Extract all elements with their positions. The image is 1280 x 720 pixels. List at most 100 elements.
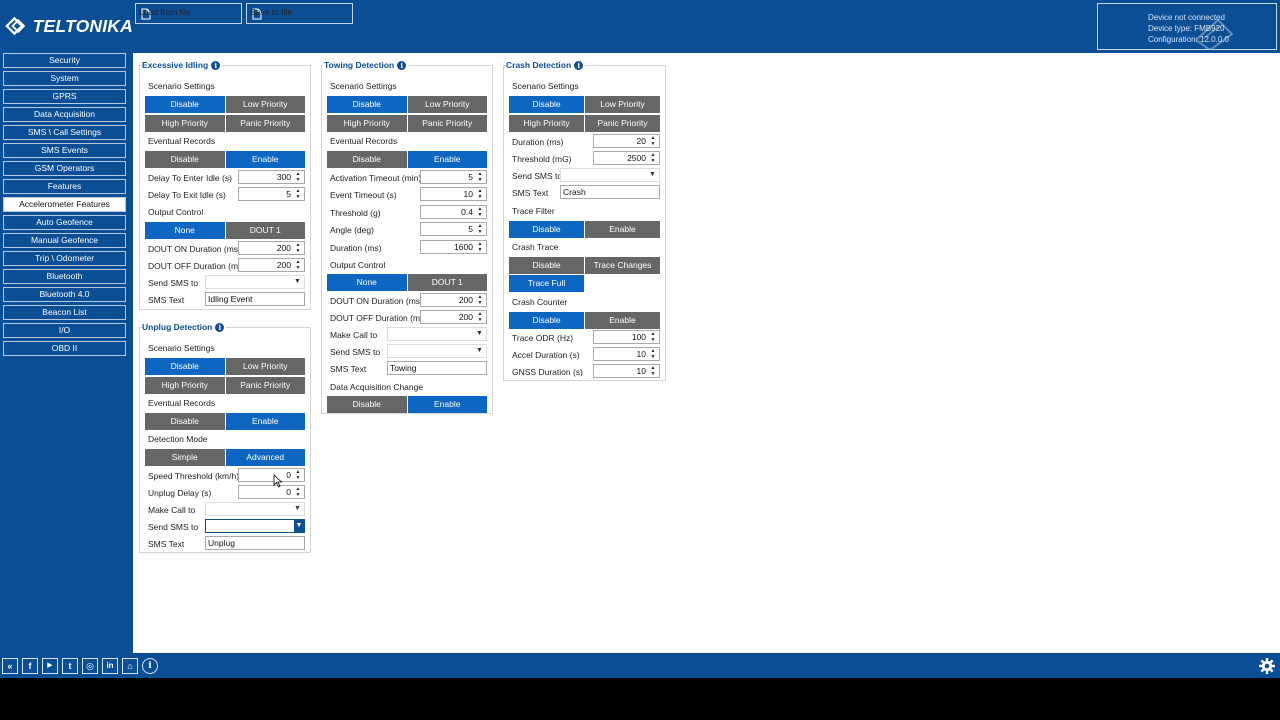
sidebar-item-io[interactable]: I/O [3, 323, 126, 338]
scenario-panic-priority-button[interactable]: Panic Priority [585, 115, 660, 132]
sidebar-item-gsm-operators[interactable]: GSM Operators [3, 161, 126, 176]
unplug-delay-stepper[interactable]: 0 ▲ ▼ [238, 485, 305, 499]
stepper-arrows-icon[interactable]: ▲ ▼ [294, 188, 302, 200]
output-dout1-button[interactable]: DOUT 1 [225, 222, 305, 239]
accel-duration-stepper[interactable]: 10 ▲ ▼ [593, 347, 660, 361]
crash-counter-disable-button[interactable]: Disable [509, 312, 584, 329]
mode-advanced-button[interactable]: Advanced [225, 449, 305, 466]
send-sms-select[interactable]: ▼ [560, 168, 660, 182]
crash-trace-changes-button[interactable]: Trace Changes [585, 257, 660, 274]
dout-on-stepper[interactable]: 200 ▲ ▼ [238, 241, 305, 255]
event-timeout-stepper[interactable]: 10 ▲ ▼ [420, 187, 487, 201]
youtube-icon[interactable]: ▶ [42, 658, 58, 674]
scenario-high-priority-button[interactable]: High Priority [145, 377, 225, 394]
scenario-high-priority-button[interactable]: High Priority [327, 115, 407, 132]
twitter-icon[interactable]: t [62, 658, 78, 674]
info-icon[interactable]: i [215, 322, 225, 332]
scenario-panic-priority-button[interactable]: Panic Priority [407, 115, 487, 132]
output-none-button[interactable]: None [145, 222, 225, 239]
gear-icon[interactable] [1258, 657, 1276, 675]
stepper-arrows-icon[interactable]: ▲ ▼ [294, 259, 302, 271]
stepper-arrows-icon[interactable]: ▲ ▼ [294, 469, 302, 481]
stepper-arrows-icon[interactable]: ▲ ▼ [294, 242, 302, 254]
crash-threshold-stepper[interactable]: 2500 ▲ ▼ [593, 151, 660, 165]
stepper-arrows-icon[interactable]: ▲ ▼ [649, 135, 657, 147]
send-sms-select[interactable]: ▼ [205, 519, 305, 533]
eventual-enable-button[interactable]: Enable [225, 151, 305, 168]
crash-duration-stepper[interactable]: 20 ▲ ▼ [593, 134, 660, 148]
sidebar-item-gprs[interactable]: GPRS [3, 89, 126, 104]
sidebar-item-bluetooth[interactable]: Bluetooth [3, 269, 126, 284]
stepper-arrows-icon[interactable]: ▲ ▼ [649, 152, 657, 164]
sidebar-item-system[interactable]: System [3, 71, 126, 86]
stepper-arrows-icon[interactable]: ▲ ▼ [476, 188, 484, 200]
sidebar-item-sms-call-settings[interactable]: SMS \ Call Settings [3, 125, 126, 140]
scenario-high-priority-button[interactable]: High Priority [145, 115, 225, 132]
sms-text-input[interactable]: Towing [387, 361, 487, 375]
activation-timeout-stepper[interactable]: 5 ▲ ▼ [420, 170, 487, 184]
stepper-arrows-icon[interactable]: ▲ ▼ [476, 171, 484, 183]
sidebar-item-trip-odometer[interactable]: Trip \ Odometer [3, 251, 126, 266]
stepper-arrows-icon[interactable]: ▲ ▼ [476, 223, 484, 235]
sidebar-item-auto-geofence[interactable]: Auto Geofence [3, 215, 126, 230]
delay-enter-idle-stepper[interactable]: 300 ▲ ▼ [238, 170, 305, 184]
sidebar-item-accelerometer-features[interactable]: Accelerometer Features [3, 197, 126, 212]
info-icon[interactable]: i [397, 60, 407, 70]
crash-trace-disable-button[interactable]: Disable [509, 257, 584, 274]
mode-simple-button[interactable]: Simple [145, 449, 225, 466]
info-icon[interactable]: i [211, 60, 221, 70]
scenario-disable-button[interactable]: Disable [327, 96, 407, 113]
sidebar-item-beacon-list[interactable]: Beacon List [3, 305, 126, 320]
teltonika-icon[interactable]: « [2, 658, 18, 674]
instagram-icon[interactable]: ◎ [82, 658, 98, 674]
sms-text-input[interactable]: Crash [560, 185, 660, 199]
stepper-arrows-icon[interactable]: ▲ ▼ [649, 331, 657, 343]
facebook-icon[interactable]: f [22, 658, 38, 674]
scenario-low-priority-button[interactable]: Low Priority [225, 96, 305, 113]
info-icon[interactable]: i [574, 60, 584, 70]
stepper-arrows-icon[interactable]: ▲ ▼ [476, 311, 484, 323]
scenario-panic-priority-button[interactable]: Panic Priority [225, 115, 305, 132]
sidebar-item-obd-ii[interactable]: OBD II [3, 341, 126, 356]
linkedin-icon[interactable]: in [102, 658, 118, 674]
scenario-high-priority-button[interactable]: High Priority [509, 115, 584, 132]
stepper-arrows-icon[interactable]: ▲ ▼ [294, 486, 302, 498]
trace-filter-disable-button[interactable]: Disable [509, 221, 584, 238]
sidebar-item-sms-events[interactable]: SMS Events [3, 143, 126, 158]
eventual-disable-button[interactable]: Disable [145, 413, 225, 430]
info-icon[interactable]: i [142, 658, 158, 674]
trace-filter-enable-button[interactable]: Enable [585, 221, 660, 238]
send-sms-select[interactable]: ▼ [205, 275, 305, 289]
eventual-enable-button[interactable]: Enable [225, 413, 305, 430]
dac-enable-button[interactable]: Enable [407, 396, 487, 413]
stepper-arrows-icon[interactable]: ▲ ▼ [649, 348, 657, 360]
send-sms-select[interactable]: ▼ [387, 344, 487, 358]
eventual-disable-button[interactable]: Disable [327, 151, 407, 168]
sms-text-input[interactable]: Unplug [205, 536, 305, 550]
scenario-disable-button[interactable]: Disable [509, 96, 584, 113]
stepper-arrows-icon[interactable]: ▲ ▼ [476, 241, 484, 253]
crash-counter-enable-button[interactable]: Enable [585, 312, 660, 329]
scenario-panic-priority-button[interactable]: Panic Priority [225, 377, 305, 394]
output-dout1-button[interactable]: DOUT 1 [407, 274, 487, 291]
car-icon[interactable]: ⌂ [122, 658, 138, 674]
duration-stepper[interactable]: 1600 ▲ ▼ [420, 240, 487, 254]
output-none-button[interactable]: None [327, 274, 407, 291]
dac-disable-button[interactable]: Disable [327, 396, 407, 413]
sidebar-item-bluetooth-4[interactable]: Bluetooth 4.0 [3, 287, 126, 302]
threshold-stepper[interactable]: 0.4 ▲ ▼ [420, 205, 487, 219]
delay-exit-idle-stepper[interactable]: 5 ▲ ▼ [238, 187, 305, 201]
sidebar-item-data-acquisition[interactable]: Data Acquisition [3, 107, 126, 122]
dout-off-stepper[interactable]: 200 ▲ ▼ [420, 310, 487, 324]
speed-threshold-stepper[interactable]: 0 ▲ ▼ [238, 468, 305, 482]
dout-on-stepper[interactable]: 200 ▲ ▼ [420, 293, 487, 307]
load-from-file-button[interactable]: Load from file [135, 3, 242, 24]
scenario-disable-button[interactable]: Disable [145, 96, 225, 113]
dout-off-stepper[interactable]: 200 ▲ ▼ [238, 258, 305, 272]
stepper-arrows-icon[interactable]: ▲ ▼ [476, 206, 484, 218]
save-to-file-button[interactable]: Save to file [246, 3, 353, 24]
crash-trace-full-button[interactable]: Trace Full [509, 275, 584, 292]
eventual-enable-button[interactable]: Enable [407, 151, 487, 168]
stepper-arrows-icon[interactable]: ▲ ▼ [476, 294, 484, 306]
stepper-arrows-icon[interactable]: ▲ ▼ [294, 171, 302, 183]
